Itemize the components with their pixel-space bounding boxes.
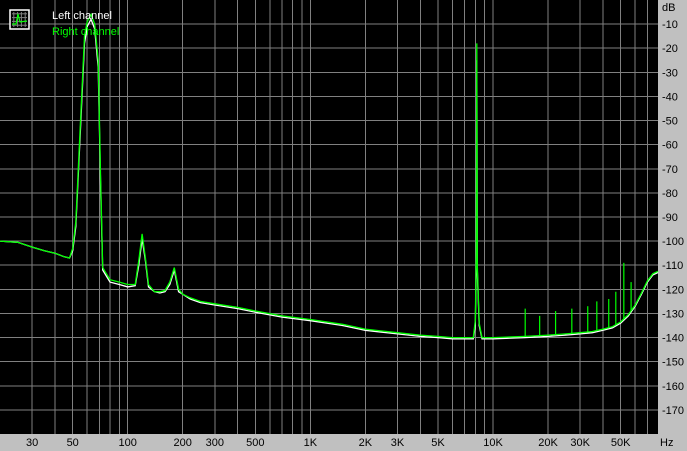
- x-tick-label: 3K: [391, 437, 405, 449]
- x-tick-label: 5K: [431, 437, 445, 449]
- y-tick-label: -160: [662, 381, 684, 393]
- x-tick-label: 30: [26, 437, 38, 449]
- x-tick-label: 1K: [304, 437, 318, 449]
- y-tick-label: -70: [662, 164, 678, 176]
- x-axis-unit: Hz: [660, 437, 673, 449]
- y-tick-label: -120: [662, 284, 684, 296]
- y-tick-label: -130: [662, 308, 684, 320]
- y-tick-label: -40: [662, 91, 678, 103]
- x-tick-label: 100: [119, 437, 137, 449]
- x-tick-label: 300: [206, 437, 224, 449]
- y-axis-ticks: -10 -20 -30 -40 -50 -60 -70 -80 -90 -100 -110 -120 -…: [662, 19, 684, 417]
- x-tick-label: 50K: [611, 437, 631, 449]
- y-tick-label: -10: [662, 19, 678, 31]
- y-tick-label: -50: [662, 116, 678, 128]
- y-tick-label: -80: [662, 188, 678, 200]
- x-tick-label: 2K: [359, 437, 373, 449]
- x-tick-label: 200: [173, 437, 191, 449]
- y-tick-label: -170: [662, 405, 684, 417]
- y-tick-label: -100: [662, 236, 684, 248]
- y-tick-label: -30: [662, 67, 678, 79]
- x-tick-label: 10K: [483, 437, 503, 449]
- y-tick-label: -150: [662, 357, 684, 369]
- legend-grid-icon: [9, 9, 30, 30]
- y-tick-label: -110: [662, 260, 683, 272]
- y-tick-label: -20: [662, 43, 678, 55]
- x-tick-label: 500: [246, 437, 264, 449]
- y-axis-unit: dB: [662, 2, 675, 14]
- x-axis-ticks: 30 50 100 200 300 500 1K 2K 3K 5K 10K 20K 30K 50K: [26, 437, 631, 449]
- legend-entry-left: Left channel: [52, 10, 112, 22]
- y-tick-label: -60: [662, 140, 678, 152]
- y-tick-label: -140: [662, 333, 684, 345]
- x-tick-label: 20K: [538, 437, 558, 449]
- x-tick-label: 50: [67, 437, 79, 449]
- spectrum-chart: -10 -20 -30 -40 -50 -60 -70 -80 -90 -100 -110 -120 -…: [0, 0, 684, 449]
- legend-entry-right: Right channel: [52, 26, 119, 38]
- x-tick-label: 30K: [570, 437, 590, 449]
- y-tick-label: -90: [662, 212, 678, 224]
